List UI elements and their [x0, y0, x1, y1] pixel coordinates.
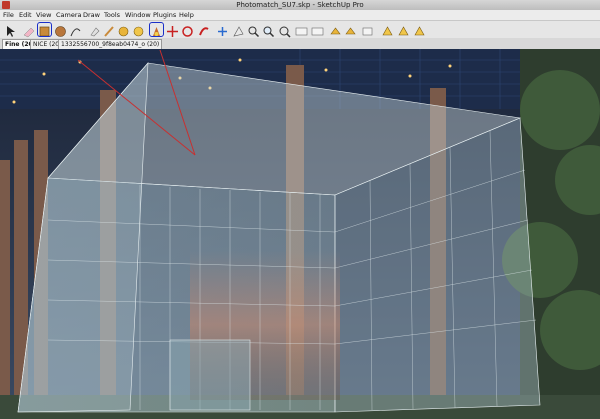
rotate-icon[interactable] — [132, 23, 145, 37]
menu-tools[interactable]: Tools — [104, 10, 120, 20]
menu-file[interactable]: File — [3, 10, 14, 20]
protractor-icon[interactable] — [344, 23, 357, 36]
3d-text-icon[interactable] — [397, 23, 410, 36]
dimension-icon[interactable] — [329, 23, 342, 36]
zoom-extents-icon[interactable] — [278, 23, 291, 38]
position-camera-icon[interactable] — [149, 22, 164, 37]
window-title: Photomatch_SU7.skp - SketchUp Pro — [236, 1, 364, 9]
pan-icon[interactable] — [216, 23, 229, 36]
menu-edit[interactable]: Edit — [19, 10, 32, 20]
zoom-window-icon[interactable] — [262, 23, 275, 38]
menu-draw[interactable]: Draw — [83, 10, 100, 20]
menu-view[interactable]: View — [36, 10, 51, 20]
text-icon[interactable] — [361, 23, 374, 36]
zoom-icon[interactable] — [247, 23, 260, 38]
axes-icon[interactable] — [381, 23, 394, 36]
tape-icon[interactable] — [103, 23, 116, 37]
arc-icon[interactable] — [69, 23, 82, 37]
circle-icon[interactable] — [54, 23, 67, 37]
main-toolbar — [0, 21, 600, 39]
menu-camera[interactable]: Camera — [56, 10, 82, 20]
previous-icon[interactable] — [295, 23, 308, 36]
offset-icon[interactable] — [197, 23, 210, 36]
eraser-icon[interactable] — [22, 23, 35, 38]
push-pull-icon[interactable] — [117, 23, 130, 37]
paint-icon[interactable] — [88, 23, 101, 37]
3d-viewport[interactable] — [0, 49, 600, 419]
look-around-icon[interactable] — [232, 23, 245, 37]
menu-bar: File Edit View Camera Draw Tools Window … — [0, 10, 600, 21]
scene-canvas — [0, 49, 600, 419]
section-icon[interactable] — [413, 23, 426, 36]
menu-window[interactable]: Window — [125, 10, 151, 20]
select-icon[interactable] — [4, 23, 17, 37]
move-icon[interactable] — [166, 23, 179, 37]
menu-plugins[interactable]: Plugins — [153, 10, 176, 20]
menu-help[interactable]: Help — [179, 10, 194, 20]
scene-tabs: Fine (20) NICE (20) 1332556700_9f8eab047… — [0, 38, 600, 50]
rectangle-icon[interactable] — [37, 22, 52, 37]
orbit-icon[interactable] — [181, 23, 194, 37]
next-icon[interactable] — [311, 23, 324, 36]
